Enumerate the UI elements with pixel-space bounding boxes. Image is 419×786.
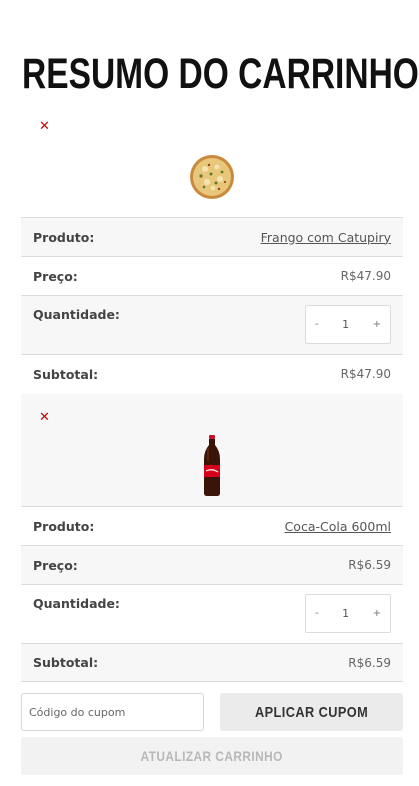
subtotal-row: Subtotal: R$6.59 (21, 643, 403, 682)
price-value: R$6.59 (348, 558, 391, 572)
product-row: Produto: Frango com Catupiry (21, 217, 403, 256)
product-label: Produto: (33, 518, 95, 534)
coca-cola-bottle-image[interactable] (201, 435, 223, 497)
product-name-link[interactable]: Coca-Cola 600ml (285, 519, 391, 534)
decrease-quantity-button[interactable]: - (315, 319, 319, 330)
cart-item: ✕ Produto: Coca-Cola 600ml Preço: R$6.59… (21, 394, 403, 682)
increase-quantity-button[interactable]: + (373, 608, 381, 619)
product-row: Produto: Coca-Cola 600ml (21, 506, 403, 545)
price-row: Preço: R$47.90 (21, 256, 403, 295)
product-thumbnail-container (21, 394, 403, 506)
quantity-label: Quantidade: (33, 307, 120, 322)
quantity-value[interactable]: 1 (342, 607, 349, 620)
update-cart-label: ATUALIZAR CARRINHO (140, 748, 284, 764)
update-cart-button[interactable]: ATUALIZAR CARRINHO (21, 737, 403, 775)
pizza-image[interactable] (189, 154, 235, 200)
product-label: Produto: (33, 229, 95, 245)
increase-quantity-button[interactable]: + (373, 319, 381, 330)
coupon-code-input[interactable] (21, 693, 204, 731)
quantity-stepper: - 1 + (305, 305, 391, 344)
subtotal-value: R$47.90 (340, 367, 391, 381)
price-label: Preço: (33, 268, 78, 284)
apply-coupon-label: APLICAR CUPOM (254, 703, 369, 721)
price-value: R$47.90 (340, 269, 391, 283)
price-label: Preço: (33, 557, 78, 573)
quantity-row: Quantidade: - 1 + (21, 295, 403, 354)
subtotal-value: R$6.59 (348, 655, 391, 670)
product-name-link[interactable]: Frango com Catupiry (261, 230, 391, 245)
product-thumbnail-container (21, 114, 403, 217)
subtotal-label: Subtotal: (33, 366, 99, 382)
decrease-quantity-button[interactable]: - (315, 608, 319, 619)
subtotal-label: Subtotal: (33, 655, 99, 670)
quantity-stepper: - 1 + (305, 594, 391, 633)
quantity-row: Quantidade: - 1 + (21, 584, 403, 643)
quantity-value[interactable]: 1 (342, 318, 349, 331)
subtotal-row: Subtotal: R$47.90 (21, 354, 403, 393)
apply-coupon-button[interactable]: APLICAR CUPOM (220, 693, 403, 731)
cart-item: ✕ Produto: Frango com Catupiry Preço: R$… (21, 114, 403, 393)
page-title: RESUMO DO CARRINHO (22, 50, 419, 98)
price-row: Preço: R$6.59 (21, 545, 403, 584)
quantity-label: Quantidade: (33, 596, 120, 611)
